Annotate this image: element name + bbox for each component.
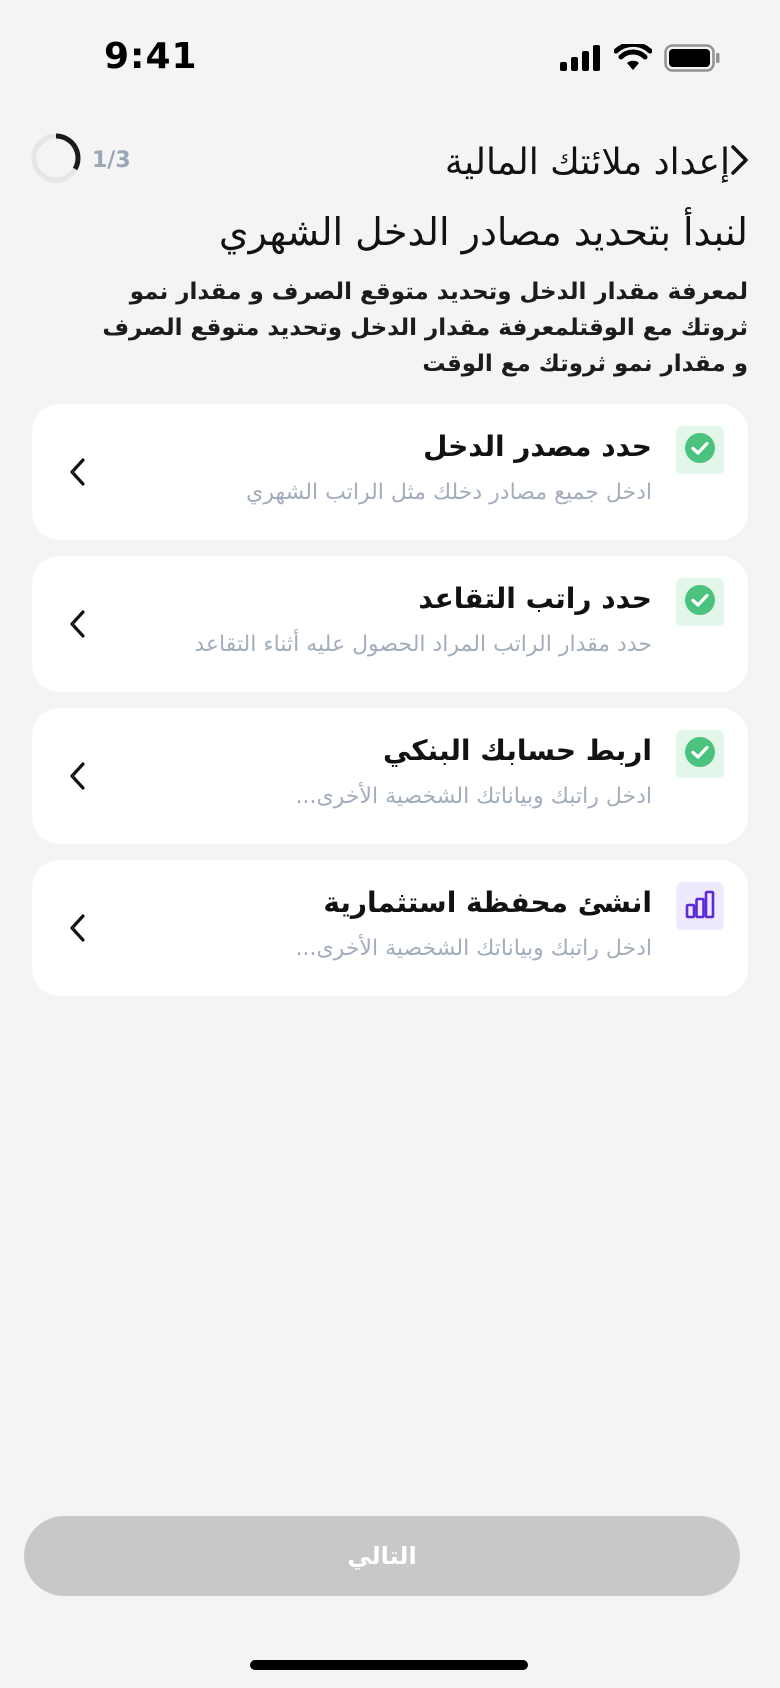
chevron-left-icon [60, 448, 96, 496]
battery-icon [664, 44, 720, 76]
step-card-income-source[interactable]: حدد مصدر الدخل ادخل جميع مصادر دخلك مثل … [32, 404, 748, 540]
header: إعداد ملائتك المالية 1/3 [0, 120, 780, 200]
step-subtitle: ادخل جميع مصادر دخلك مثل الراتب الشهري [246, 480, 652, 505]
step-subtitle: حدد مقدار الراتب المراد الحصول عليه أثنا… [194, 632, 652, 657]
status-bar: 9:41 [0, 0, 780, 120]
bar-chart-icon [684, 888, 716, 924]
check-circle-icon [684, 736, 716, 772]
step-title: انشئ محفظة استثمارية [323, 886, 652, 919]
progress-ring-icon [30, 132, 82, 188]
wifi-icon [613, 41, 653, 76]
status-time: 9:41 [104, 36, 198, 77]
chevron-left-icon [60, 904, 96, 952]
step-title: اربط حسابك البنكي [382, 734, 652, 767]
page-description: لمعرفة مقدار الدخل وتحديد متوقع الصرف و … [102, 279, 748, 377]
cellular-signal-icon [560, 45, 602, 75]
header-title: إعداد ملائتك المالية [444, 142, 730, 183]
step-status-badge [676, 426, 724, 474]
chevron-right-icon [728, 144, 752, 180]
check-circle-icon [684, 584, 716, 620]
step-subtitle: ادخل راتبك وبياناتك الشخصية الأخرى... [295, 784, 652, 809]
step-subtitle: ادخل راتبك وبياناتك الشخصية الأخرى... [295, 936, 652, 961]
step-card-investment-portfolio[interactable]: انشئ محفظة استثمارية ادخل راتبك وبياناتك… [32, 860, 748, 996]
step-card-retirement-salary[interactable]: حدد راتب التقاعد حدد مقدار الراتب المراد… [32, 556, 748, 692]
home-indicator [250, 1660, 528, 1670]
progress-indicator: 1/3 [30, 132, 131, 188]
step-status-badge [676, 578, 724, 626]
step-status-badge [676, 882, 724, 930]
step-title: حدد مصدر الدخل [423, 430, 652, 463]
page-headline: لنبدأ بتحديد مصادر الدخل الشهري [218, 210, 748, 254]
check-circle-icon [684, 432, 716, 468]
chevron-left-icon [60, 752, 96, 800]
step-title: حدد راتب التقاعد [418, 582, 652, 615]
status-icons [560, 41, 720, 76]
next-button[interactable]: التالي [24, 1516, 740, 1596]
chevron-left-icon [60, 600, 96, 648]
step-status-badge [676, 730, 724, 778]
step-card-link-bank-account[interactable]: اربط حسابك البنكي ادخل راتبك وبياناتك ال… [32, 708, 748, 844]
progress-text: 1/3 [92, 147, 131, 173]
